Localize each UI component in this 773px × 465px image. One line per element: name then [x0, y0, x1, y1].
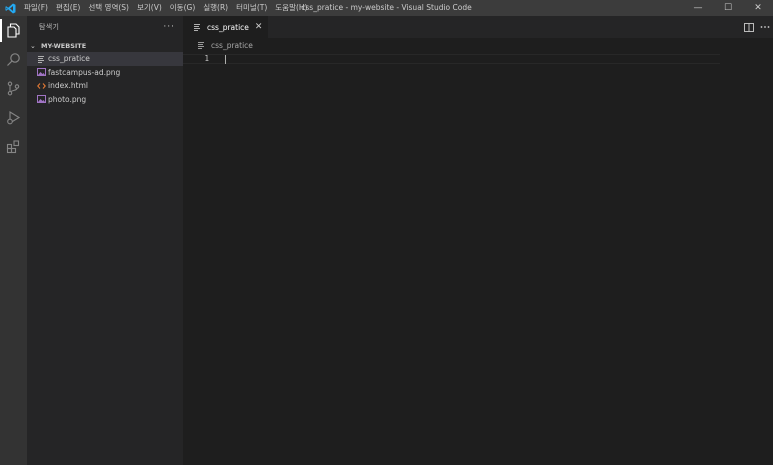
menu-terminal[interactable]: 터미널(T)	[232, 0, 271, 16]
text-lines-icon	[192, 22, 202, 32]
menu-go[interactable]: 이동(G)	[166, 0, 199, 16]
breadcrumb-label: css_pratice	[211, 40, 253, 50]
file-label: index.html	[48, 81, 88, 91]
close-tab-button[interactable]: ✕	[255, 22, 263, 32]
explorer-sidebar: 탐색기 ··· ⌄ MY-WEBSITE css_pratice fastcam…	[27, 16, 183, 465]
breadcrumb[interactable]: css_pratice	[183, 38, 773, 52]
tab-label: css_pratice	[207, 22, 249, 32]
extensions-icon[interactable]	[0, 132, 27, 161]
more-actions-icon[interactable]	[757, 16, 773, 38]
folder-my-website[interactable]: ⌄ MY-WEBSITE	[27, 39, 183, 52]
folder-name: MY-WEBSITE	[41, 41, 87, 50]
file-item-fastcampus-ad[interactable]: fastcampus-ad.png	[27, 66, 183, 80]
current-line-highlight	[183, 54, 720, 64]
sidebar-header: 탐색기 ···	[27, 16, 183, 38]
vscode-logo-icon	[0, 0, 20, 16]
more-actions-button[interactable]: ···	[163, 22, 175, 32]
image-file-icon	[36, 94, 46, 104]
text-lines-icon	[196, 40, 206, 50]
editor-actions	[741, 16, 773, 38]
menu-view[interactable]: 보기(V)	[133, 0, 166, 16]
editor-area: css_pratice ✕ css_pratice 1	[183, 16, 773, 465]
maximize-button[interactable]: ☐	[713, 0, 743, 16]
file-item-css-pratice[interactable]: css_pratice	[27, 52, 183, 66]
search-icon[interactable]	[0, 45, 27, 74]
minimize-button[interactable]: —	[683, 0, 713, 16]
tab-css-pratice[interactable]: css_pratice ✕	[183, 16, 270, 38]
menu-selection[interactable]: 선택 영역(S)	[84, 0, 133, 16]
menu-file[interactable]: 파일(F)	[20, 0, 52, 16]
title-bar: 파일(F) 편집(E) 선택 영역(S) 보기(V) 이동(G) 실행(R) 터…	[0, 0, 773, 16]
explorer-icon[interactable]	[0, 16, 27, 45]
file-label: fastcampus-ad.png	[48, 67, 121, 77]
html-file-icon	[36, 81, 46, 91]
file-item-photo-png[interactable]: photo.png	[27, 93, 183, 107]
menu-edit[interactable]: 편집(E)	[52, 0, 84, 16]
file-label: css_pratice	[48, 54, 90, 64]
window-controls: — ☐ ✕	[683, 0, 773, 16]
image-file-icon	[36, 67, 46, 77]
file-label: photo.png	[48, 94, 87, 104]
source-control-icon[interactable]	[0, 74, 27, 103]
sidebar-title: 탐색기	[39, 23, 60, 31]
run-debug-icon[interactable]	[0, 103, 27, 132]
menu-run[interactable]: 실행(R)	[199, 0, 232, 16]
text-cursor	[225, 55, 226, 64]
activity-bar	[0, 16, 27, 465]
tab-bar: css_pratice ✕	[183, 16, 773, 38]
menu-bar: 파일(F) 편집(E) 선택 영역(S) 보기(V) 이동(G) 실행(R) 터…	[20, 0, 311, 16]
file-item-index-html[interactable]: index.html	[27, 79, 183, 93]
line-number: 1	[204, 54, 209, 63]
split-editor-icon[interactable]	[741, 16, 757, 38]
text-lines-icon	[36, 54, 46, 64]
menu-help[interactable]: 도움말(H)	[271, 0, 311, 16]
code-editor[interactable]: 1	[183, 52, 773, 452]
close-window-button[interactable]: ✕	[743, 0, 773, 16]
chevron-down-icon: ⌄	[30, 41, 36, 50]
